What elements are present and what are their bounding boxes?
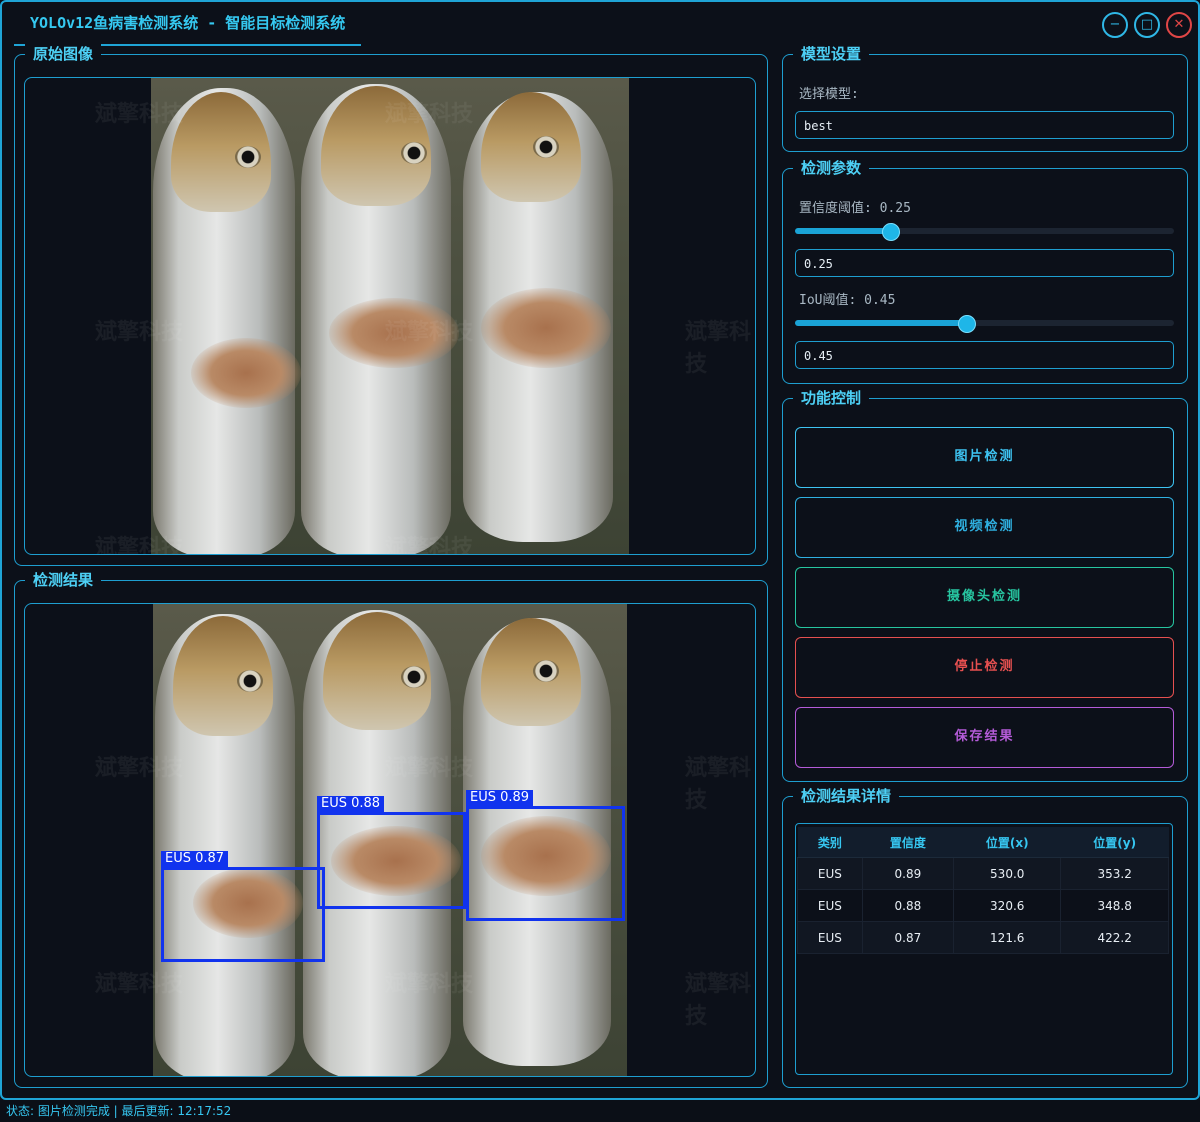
- column-header[interactable]: 置信度: [862, 827, 954, 858]
- table-cell: 0.88: [861, 889, 955, 922]
- confidence-slider-fill: [795, 228, 890, 234]
- result-details-group: 检测结果详情 类别 置信度 位置(x) 位置(y) EUS 0.89 530.0…: [782, 785, 1188, 1088]
- iou-slider-fill: [795, 320, 966, 326]
- detection-result-title: 检测结果: [25, 569, 102, 590]
- table-cell: 320.6: [953, 889, 1062, 922]
- watermark: 斌擎科技: [685, 756, 752, 813]
- detect-params-group: 检测参数 置信度阈值: 0.25 0.25 IoU阈值: 0.45 0.45: [782, 157, 1188, 384]
- original-image-title: 原始图像: [25, 43, 102, 64]
- detection-result-view: EUS 0.88 EUS 0.89 EUS 0.87 斌擎科技 斌擎科技 斌擎科…: [24, 603, 756, 1077]
- iou-label: IoU阈值: 0.45: [799, 293, 896, 308]
- image-detect-button[interactable]: 图片检测: [795, 427, 1174, 488]
- function-control-group: 功能控制 图片检测 视频检测 摄像头检测 停止检测 保存结果: [782, 387, 1188, 782]
- table-cell: 348.8: [1060, 889, 1169, 922]
- table-cell: 530.0: [953, 857, 1062, 890]
- iou-input[interactable]: 0.45: [795, 341, 1174, 369]
- status-bar: 状态: 图片检测完成 | 最后更新: 12:17:52: [0, 1100, 1200, 1122]
- original-image-group: 原始图像 斌擎科技 斌擎科技 斌擎科技 斌擎科技 斌擎科技: [14, 43, 768, 566]
- result-fish-image: EUS 0.88 EUS 0.89 EUS 0.87: [153, 604, 627, 1076]
- detection-box: EUS 0.87: [161, 851, 325, 962]
- camera-detect-button[interactable]: 摄像头检测: [795, 567, 1174, 628]
- app-window: YOLOv12鱼病害检测系统 - 智能目标检测系统 − □ ✕ 原始图像 斌擎科…: [0, 0, 1200, 1100]
- iou-slider-handle[interactable]: [958, 315, 976, 333]
- video-detect-button[interactable]: 视频检测: [795, 497, 1174, 558]
- table-cell: 121.6: [953, 921, 1062, 954]
- table-row[interactable]: EUS 0.87 121.6 422.2: [797, 921, 1169, 954]
- original-fish-image: [151, 78, 629, 554]
- iou-slider[interactable]: [795, 315, 1174, 333]
- table-header-row: 类别 置信度 位置(x) 位置(y): [797, 827, 1169, 858]
- window-title: YOLOv12鱼病害检测系统 - 智能目标检测系统: [14, 2, 362, 46]
- table-cell: EUS: [797, 889, 863, 922]
- original-image-view: 斌擎科技 斌擎科技 斌擎科技 斌擎科技 斌擎科技 斌擎科技 斌擎科技: [24, 77, 756, 555]
- table-cell: EUS: [797, 921, 863, 954]
- confidence-slider[interactable]: [795, 223, 1174, 241]
- table-cell: EUS: [797, 857, 863, 890]
- table-cell: 0.87: [861, 921, 955, 954]
- column-header[interactable]: 位置(x): [953, 827, 1061, 858]
- stop-detect-button[interactable]: 停止检测: [795, 637, 1174, 698]
- watermark: 斌擎科技: [685, 972, 752, 1029]
- model-select-label: 选择模型:: [799, 87, 859, 102]
- table-row[interactable]: EUS 0.88 320.6 348.8: [797, 889, 1169, 922]
- minimize-button[interactable]: −: [1102, 12, 1128, 38]
- confidence-label: 置信度阈值: 0.25: [799, 201, 911, 216]
- model-settings-title: 模型设置: [793, 43, 870, 64]
- confidence-input[interactable]: 0.25: [795, 249, 1174, 277]
- table-cell: 353.2: [1060, 857, 1169, 890]
- save-result-button[interactable]: 保存结果: [795, 707, 1174, 768]
- result-details-title: 检测结果详情: [793, 785, 900, 806]
- detection-label: EUS 0.89: [466, 790, 534, 806]
- table-cell: 0.89: [861, 857, 955, 890]
- table-cell: 422.2: [1060, 921, 1169, 954]
- title-bar[interactable]: YOLOv12鱼病害检测系统 - 智能目标检测系统 − □ ✕: [2, 2, 1198, 46]
- detect-params-title: 检测参数: [793, 157, 870, 178]
- detection-box: EUS 0.88: [317, 796, 466, 909]
- model-settings-group: 模型设置 选择模型: best: [782, 43, 1188, 152]
- result-table: 类别 置信度 位置(x) 位置(y) EUS 0.89 530.0 353.2 …: [797, 827, 1169, 954]
- close-button[interactable]: ✕: [1166, 12, 1192, 38]
- table-row[interactable]: EUS 0.89 530.0 353.2: [797, 857, 1169, 890]
- watermark: 斌擎科技: [685, 320, 752, 377]
- detection-result-group: 检测结果 EUS 0.88 EUS 0.89 EUS 0.87 斌擎科技 斌擎科…: [14, 569, 768, 1088]
- detection-box: EUS 0.89: [466, 790, 625, 921]
- maximize-button[interactable]: □: [1134, 12, 1160, 38]
- detection-label: EUS 0.88: [317, 796, 385, 812]
- column-header[interactable]: 类别: [797, 827, 863, 858]
- model-select[interactable]: best: [795, 111, 1174, 139]
- detection-label: EUS 0.87: [161, 851, 229, 867]
- column-header[interactable]: 位置(y): [1060, 827, 1169, 858]
- function-control-title: 功能控制: [793, 387, 870, 408]
- confidence-slider-handle[interactable]: [882, 223, 900, 241]
